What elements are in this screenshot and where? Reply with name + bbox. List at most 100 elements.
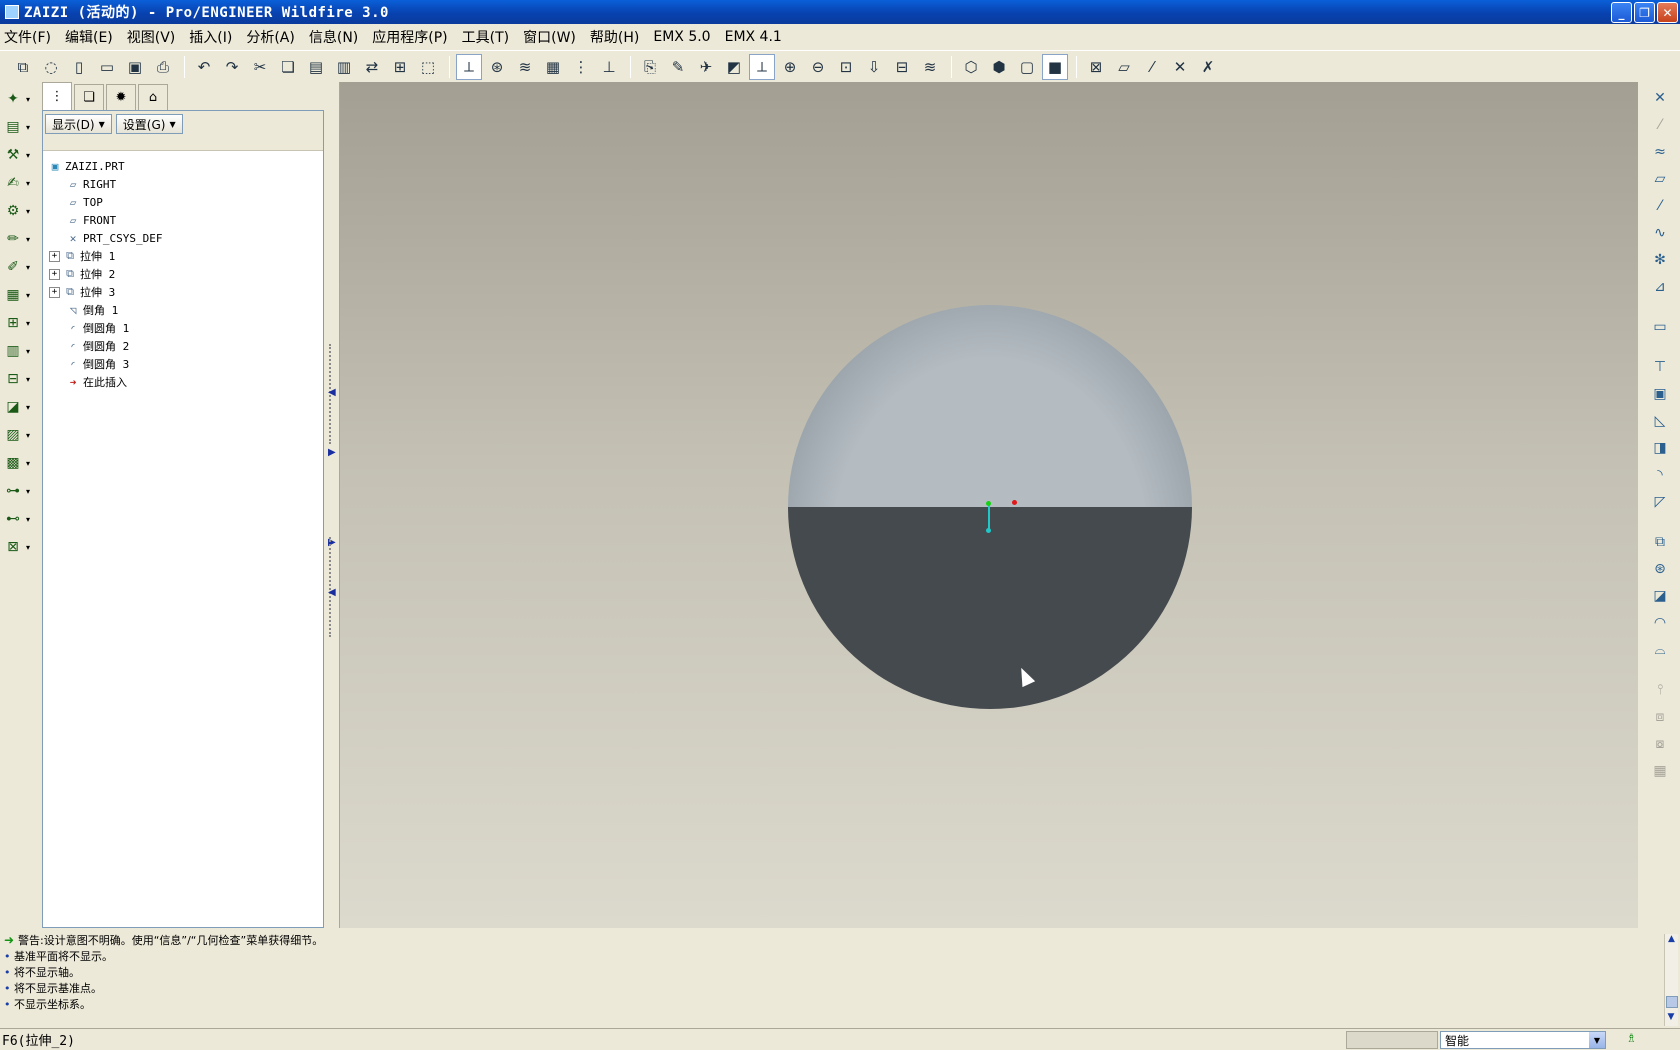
hole-icon[interactable]: ⊤ [1642, 354, 1678, 380]
close-button[interactable]: ✕ [1657, 2, 1678, 23]
mirror-icon[interactable]: ⫯ [1642, 677, 1678, 703]
sketch-icon[interactable]: ✍ ▾ [0, 170, 36, 196]
message-scrollbar[interactable]: ▲ ▼ [1664, 934, 1678, 1026]
menu-insert[interactable]: 插入(I) [189, 27, 232, 47]
layers-icon[interactable]: ≋ [512, 54, 538, 80]
scroll-down-icon[interactable]: ▼ [1665, 1012, 1677, 1026]
point-icon[interactable]: ✕ [1642, 85, 1678, 111]
named-views-icon[interactable]: ✈ [693, 54, 719, 80]
shaded-icon[interactable]: ■ [1042, 53, 1068, 80]
tree-item-right[interactable]: ▱ RIGHT [43, 175, 323, 193]
copy-icon[interactable]: ❏ [275, 54, 301, 80]
revolve-icon[interactable]: ⊛ [1642, 556, 1678, 582]
rib-icon[interactable]: ◺ [1642, 408, 1678, 434]
layer-tree-icon[interactable]: ⊟ [889, 54, 915, 80]
model-display-icon[interactable]: ▦ [540, 54, 566, 80]
chamfer-icon[interactable]: ◸ [1642, 489, 1678, 515]
part-lower-surface[interactable] [788, 507, 1192, 709]
blend-icon[interactable]: ◠ [1642, 610, 1678, 636]
pipe-icon[interactable]: ⚒ ▾ [0, 142, 36, 168]
part-upper-surface[interactable] [788, 305, 1192, 507]
shading-icon[interactable]: ▢ [1014, 54, 1040, 80]
zoom-out-icon[interactable]: ⊕ [777, 54, 803, 80]
process-icon[interactable]: ⊞ ▾ [0, 310, 36, 336]
expand-icon[interactable]: + [49, 268, 60, 280]
hidden-line-icon[interactable]: ⬡ [958, 54, 984, 80]
points-icon[interactable]: ⁄ [1139, 54, 1165, 80]
tree-item-root[interactable]: ▣ ZAIZI.PRT [43, 157, 323, 175]
zoom-in-icon[interactable]: ⟂ [749, 53, 775, 80]
sweep-icon[interactable]: ◪ [1642, 583, 1678, 609]
folder-tab[interactable]: ⌂ [138, 84, 168, 110]
axis-icon[interactable]: ⁄ [1642, 193, 1678, 219]
reorient-icon[interactable]: ⊡ [833, 54, 859, 80]
annotations-icon[interactable]: ✗ [1195, 54, 1221, 80]
tree-item-csys[interactable]: ✕ PRT_CSYS_DEF [43, 229, 323, 247]
layout-icon[interactable]: ⊟ ▾ [0, 366, 36, 392]
menu-help[interactable]: 帮助(H) [590, 27, 639, 47]
shell-icon[interactable]: ▣ [1642, 381, 1678, 407]
wire-icon[interactable]: ⊷ ▾ [0, 506, 36, 532]
panel-splitter[interactable]: ◀ ▶ ▶ ◀ [326, 82, 340, 928]
mold-icon[interactable]: ▨ ▾ [0, 422, 36, 448]
tree-item-top[interactable]: ▱ TOP [43, 193, 323, 211]
round-icon[interactable]: ◝ [1642, 462, 1678, 488]
print-icon[interactable]: ⎙ [150, 54, 176, 80]
paste-icon[interactable]: ▤ [303, 54, 329, 80]
edit-icon[interactable]: ✏ ▾ [0, 226, 36, 252]
annotation-icon[interactable]: ▭ [1642, 314, 1678, 340]
regenerate-icon[interactable]: ⇄ [359, 54, 385, 80]
rotate-icon[interactable]: ✐ ▾ [0, 254, 36, 280]
expand-icon[interactable]: + [49, 250, 60, 262]
tree-icon[interactable]: ⋮ [568, 54, 594, 80]
favorites-tab[interactable]: ✹ [106, 84, 136, 110]
no-hidden-icon[interactable]: ⬢ [986, 54, 1012, 80]
spline-icon[interactable]: ∿ [1642, 220, 1678, 246]
menu-window[interactable]: 窗口(W) [523, 27, 576, 47]
component-icon[interactable]: ▩ ▾ [0, 450, 36, 476]
tree-item-extrude-3[interactable]: + ⧉ 拉伸 3 [43, 283, 323, 301]
minimize-button[interactable]: _ [1611, 2, 1632, 23]
plane-icon[interactable]: ▱ [1642, 166, 1678, 192]
menu-tools[interactable]: 工具(T) [462, 27, 509, 47]
settings-dropdown[interactable]: 设置(G) ▼ [115, 114, 183, 134]
scroll-up-icon[interactable]: ▲ [1665, 934, 1678, 948]
boundary-icon[interactable]: ⌓ [1642, 637, 1678, 663]
menu-info[interactable]: 信息(N) [309, 27, 358, 47]
save-icon[interactable]: ▣ [122, 54, 148, 80]
zoom-box-icon[interactable]: ⊖ [805, 54, 831, 80]
analysis-icon[interactable]: ⊿ [1642, 274, 1678, 300]
csys-icon[interactable]: ✕ [1167, 54, 1193, 80]
saved-views-icon[interactable]: ⇩ [861, 54, 887, 80]
drawing-icon[interactable]: ▤ ▾ [0, 114, 36, 140]
selection-box-icon[interactable]: ⬚ [415, 54, 441, 80]
new-icon[interactable]: ✦ ▾ [0, 86, 36, 112]
undo-icon[interactable]: ↶ [191, 54, 217, 80]
layer-tab[interactable]: ❏ [74, 84, 104, 110]
database-icon[interactable]: ▥ ▾ [0, 338, 36, 364]
new-window-icon[interactable]: ⧉ [10, 54, 36, 80]
cut-icon[interactable]: ✂ [247, 54, 273, 80]
menu-emx41[interactable]: EMX 4.1 [725, 29, 782, 45]
refit-icon[interactable]: ◩ [721, 54, 747, 80]
show-dropdown[interactable]: 显示(D) ▼ [45, 114, 112, 134]
tree-item-extrude-2[interactable]: + ⧉ 拉伸 2 [43, 265, 323, 283]
extrude-icon[interactable]: ⧉ [1642, 529, 1678, 555]
tree-item-front[interactable]: ▱ FRONT [43, 211, 323, 229]
frame-icon[interactable]: ▦ ▾ [0, 282, 36, 308]
graphics-window[interactable] [340, 82, 1638, 928]
pattern-icon[interactable]: ▦ [1642, 758, 1678, 784]
collapse-left-icon[interactable]: ◀ [328, 387, 336, 398]
tree-item-chamfer-1[interactable]: ◹ 倒角 1 [43, 301, 323, 319]
tree-item-round-1[interactable]: ◜ 倒圆角 1 [43, 319, 323, 337]
regen-status-icon[interactable]: ♗ [1626, 1031, 1640, 1049]
wireframe-icon[interactable]: ≋ [917, 54, 943, 80]
new-file-icon[interactable]: ▯ [66, 54, 92, 80]
menu-analysis[interactable]: 分析(A) [246, 27, 295, 47]
menu-applications[interactable]: 应用程序(P) [372, 27, 447, 47]
find-icon[interactable]: ⊞ [387, 54, 413, 80]
datum-planes-icon[interactable]: ⊠ [1083, 54, 1109, 80]
menu-view[interactable]: 视图(V) [127, 27, 176, 47]
draft-icon[interactable]: ◨ [1642, 435, 1678, 461]
electrode-icon[interactable]: ⊠ ▾ [0, 534, 36, 560]
